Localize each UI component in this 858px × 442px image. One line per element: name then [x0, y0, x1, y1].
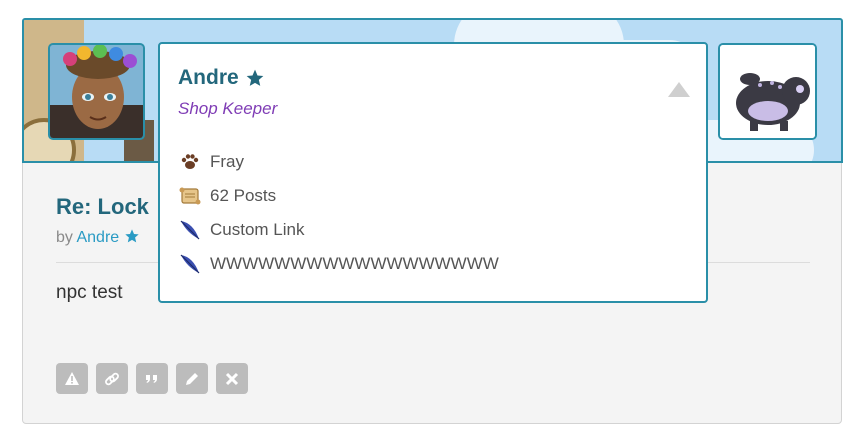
familiar-image[interactable]: [718, 43, 817, 140]
paw-icon: [178, 150, 202, 174]
post-title[interactable]: Re: Lock: [56, 194, 149, 220]
quote-button[interactable]: [136, 363, 168, 394]
author-link[interactable]: Andre: [76, 229, 119, 246]
warning-icon: [65, 371, 79, 385]
user-role: Shop Keeper: [178, 99, 278, 118]
stat-label[interactable]: WWWWWWWWWWWWWWWWWW: [210, 254, 499, 274]
delete-button[interactable]: [216, 363, 248, 394]
post-body: npc test: [56, 282, 123, 303]
popup-username[interactable]: Andre: [178, 66, 265, 90]
pencil-icon: [186, 372, 198, 385]
quote-icon: [146, 374, 157, 383]
feather-icon: [178, 218, 202, 242]
report-button[interactable]: [56, 363, 88, 394]
stat-label: 62 Posts: [210, 186, 277, 205]
edit-button[interactable]: [176, 363, 208, 394]
stat-custom-link[interactable]: Custom Link: [178, 218, 304, 242]
star-icon: [124, 229, 139, 243]
stat-faction: Fray: [178, 150, 244, 174]
star-icon: [246, 69, 264, 86]
popup-username-text[interactable]: Andre: [178, 66, 239, 90]
user-profile-popup: Andre Shop Keeper Fray 62 Posts Custom L…: [158, 42, 708, 303]
stat-posts: 62 Posts: [178, 184, 276, 208]
stat-label[interactable]: Custom Link: [210, 220, 304, 240]
post-byline: by Andre: [56, 228, 140, 247]
permalink-button[interactable]: [96, 363, 128, 394]
post-actions: [56, 363, 248, 394]
stat-label: Fray: [210, 152, 244, 171]
feather-icon: [178, 252, 202, 276]
user-avatar[interactable]: [48, 43, 145, 140]
link-icon: [105, 372, 119, 385]
byline-prefix: by: [56, 229, 73, 246]
close-icon: [225, 372, 239, 385]
collapse-arrow-icon[interactable]: [668, 82, 690, 97]
stat-custom-link[interactable]: WWWWWWWWWWWWWWWWWW: [178, 252, 499, 276]
scroll-icon: [178, 184, 202, 208]
